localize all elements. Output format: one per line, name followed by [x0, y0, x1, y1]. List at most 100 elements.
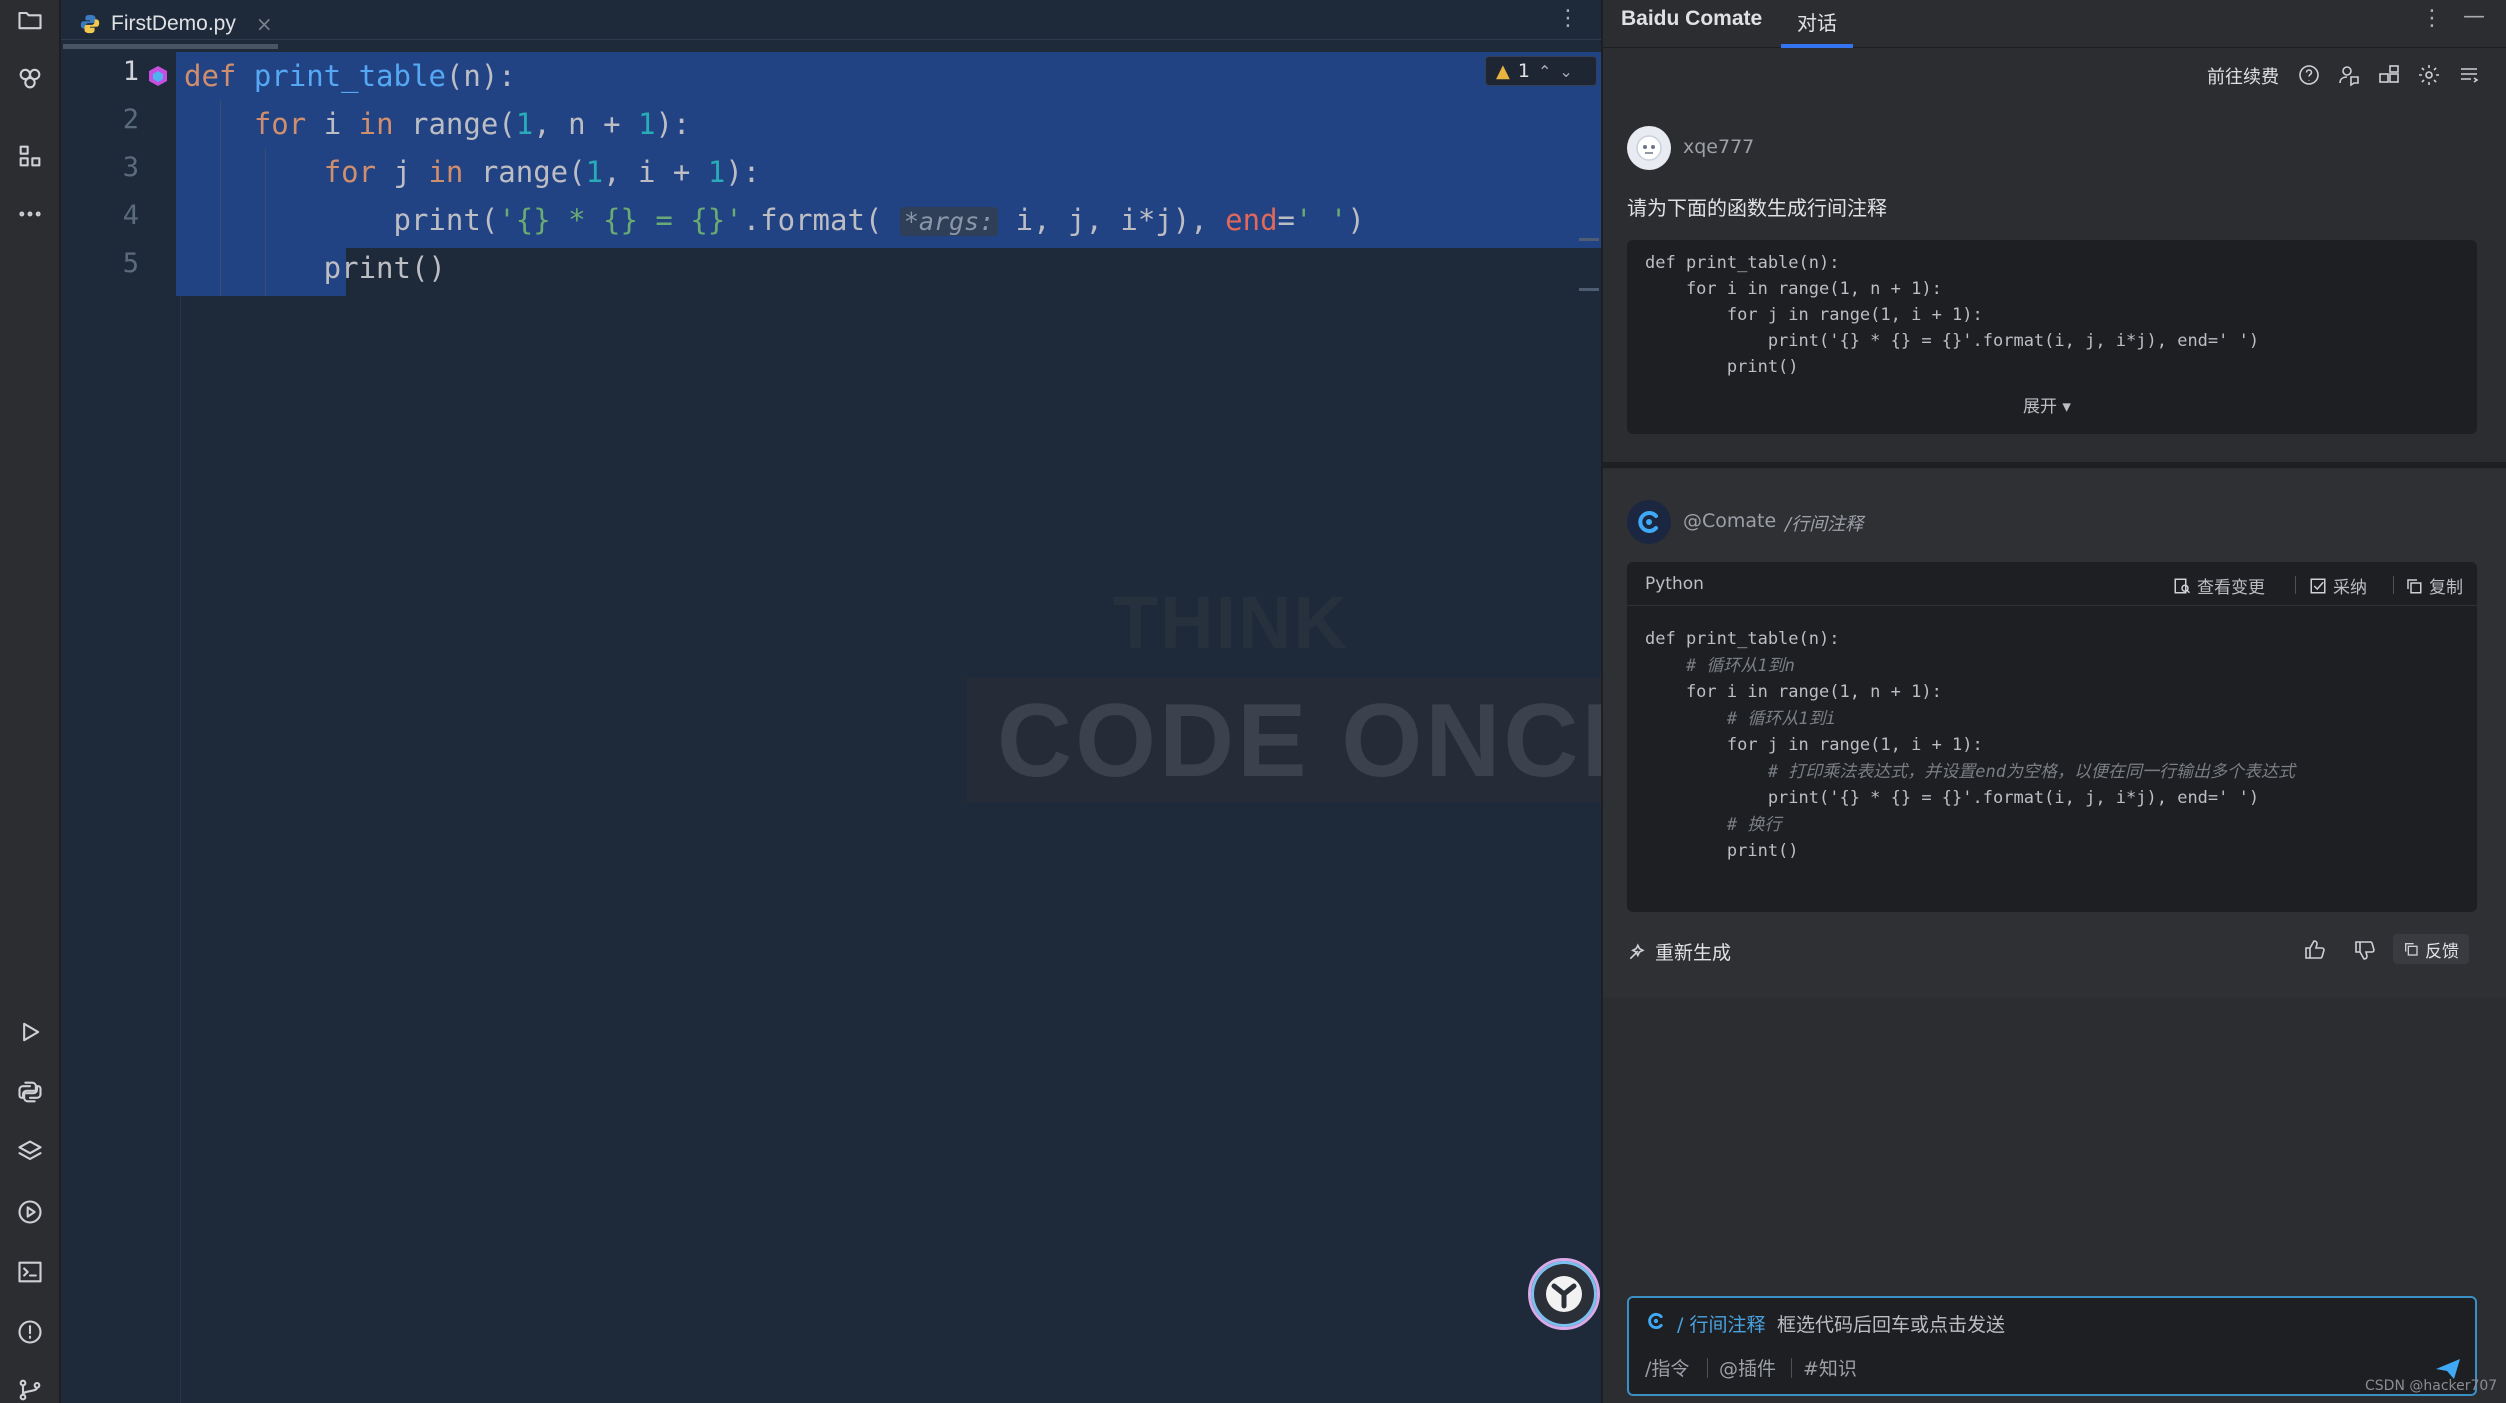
structure-icon[interactable]	[14, 140, 46, 172]
python-console-icon[interactable]	[14, 1076, 46, 1108]
code-token: print_table	[253, 59, 446, 93]
scrollbar-marker	[1579, 288, 1599, 291]
code-token: 1	[638, 107, 656, 141]
regenerate-icon	[1629, 942, 1645, 959]
code-token: =	[1277, 203, 1296, 237]
line-number: 4	[122, 200, 139, 231]
more-tools-icon[interactable]	[14, 198, 46, 230]
input-command-tag[interactable]: / 行间注释	[1677, 1310, 1765, 1337]
chip-plugin[interactable]: @插件	[1719, 1354, 1776, 1381]
regenerate-label: 重新生成	[1655, 942, 1732, 964]
code-token: end	[1225, 203, 1278, 237]
user-feedback-icon[interactable]	[2337, 63, 2361, 87]
feedback-icon	[2405, 943, 2418, 956]
next-highlight-icon[interactable]: ⌄	[1559, 62, 1572, 81]
chat-input[interactable]: / 行间注释 框选代码后回车或点击发送 /指令 @插件 #知识	[1627, 1296, 2477, 1396]
services-icon[interactable]	[14, 1196, 46, 1228]
project-folder-icon[interactable]	[14, 4, 46, 36]
code-token: j	[393, 155, 429, 189]
close-tab-icon[interactable]: ×	[256, 12, 273, 36]
copy-label: 复制	[2429, 578, 2463, 598]
code-line[interactable]: for i in range(1, n + 1):	[184, 100, 691, 148]
view-changes-button[interactable]: 查看变更	[2173, 573, 2265, 598]
code-token: (n):	[445, 59, 516, 93]
chip-knowledge[interactable]: #知识	[1803, 1354, 1857, 1381]
code-comment-line: # 换行	[1645, 814, 1782, 835]
implements-gutter-icon[interactable]	[147, 65, 169, 87]
code-token: for	[323, 155, 394, 189]
scrollbar-marker	[1579, 238, 1599, 241]
code-token: print(	[184, 203, 499, 237]
previous-highlight-icon[interactable]: ⌃	[1538, 62, 1551, 81]
regenerate-button[interactable]: 重新生成	[1627, 938, 1731, 965]
code-token: i	[323, 107, 359, 141]
code-token: ):	[725, 155, 761, 189]
tool-window-strip	[0, 0, 60, 1403]
copy-button[interactable]: 复制	[2405, 573, 2463, 598]
code-line[interactable]: for j in range(1, i + 1):	[184, 148, 761, 196]
code-block-header: Python 查看变更 采纳 复制	[1627, 562, 2477, 606]
expand-button[interactable]: 展开 ▾	[2023, 392, 2071, 417]
chip-separator	[1707, 1358, 1708, 1378]
thumbs-down-icon[interactable]	[2353, 938, 2377, 962]
help-icon[interactable]	[2297, 63, 2321, 87]
code-language-label: Python	[1645, 574, 1704, 594]
thumbs-up-icon[interactable]	[2303, 938, 2327, 962]
code-token: in	[358, 107, 411, 141]
warning-icon: ▲	[1496, 60, 1510, 82]
avatar-face-icon	[1636, 135, 1662, 161]
chip-command[interactable]: /指令	[1645, 1354, 1689, 1381]
adopt-button[interactable]: 采纳	[2309, 573, 2367, 598]
run-icon[interactable]	[14, 1016, 46, 1048]
code-token: 1	[515, 107, 534, 141]
code-line[interactable]: def print_table(n):	[184, 52, 516, 100]
file-tab[interactable]: FirstDemo.py ×	[73, 0, 279, 48]
parameter-hint: *args:	[899, 207, 999, 236]
panel-header: Baidu Comate 对话 ⋮ —	[1603, 0, 2506, 48]
code-line: print('{} * {} = {}'.format(i, j, i*j), …	[1645, 331, 2260, 351]
view-changes-icon	[2174, 578, 2191, 593]
line-number: 5	[122, 248, 139, 279]
history-list-icon[interactable]	[2457, 63, 2481, 87]
code-editor[interactable]: FirstDemo.py × ⋮ 1 2 3 4 5 def print_tab…	[61, 0, 1601, 1403]
renew-link[interactable]: 前往续费	[2207, 63, 2279, 89]
python-file-icon	[80, 14, 100, 34]
inspection-widget[interactable]: ▲ 1 ⌃ ⌄	[1485, 56, 1597, 86]
code-token: in	[428, 155, 481, 189]
send-icon[interactable]	[2435, 1358, 2461, 1380]
code-line[interactable]: print('{} * {} = {}'.format( *args: i, j…	[184, 196, 1365, 244]
copy-icon	[2407, 578, 2422, 593]
comate-floating-logo[interactable]	[1528, 1258, 1600, 1330]
code-token: ):	[655, 107, 691, 141]
comate-plugin-icon[interactable]	[14, 62, 46, 94]
code-token: range(	[411, 107, 516, 141]
code-line: print()	[1645, 357, 1799, 377]
feedback-button[interactable]: 反馈	[2393, 934, 2469, 964]
comate-c-icon	[1638, 511, 1658, 533]
python-packages-icon[interactable]	[14, 1136, 46, 1168]
code-line: print('{} * {} = {}'.format(i, j, i*j), …	[1645, 788, 2260, 808]
panel-more-icon[interactable]: ⋮	[2421, 6, 2443, 31]
bot-code-block: Python 查看变更 采纳 复制 def print_table(n): # …	[1627, 562, 2477, 912]
editor-more-icon[interactable]: ⋮	[1557, 8, 1579, 30]
git-icon[interactable]	[14, 1374, 46, 1403]
code-comment-line: # 循环从1到n	[1645, 655, 1795, 676]
tab-chat[interactable]: 对话	[1797, 7, 1837, 36]
settings-gear-icon[interactable]	[2417, 63, 2441, 87]
problems-icon[interactable]	[14, 1316, 46, 1348]
panel-minimize-icon[interactable]: —	[2463, 4, 2485, 29]
code-line: for i in range(1, n + 1):	[1645, 279, 1942, 299]
code-line[interactable]: print()	[184, 244, 446, 292]
plugins-icon[interactable]	[2377, 63, 2401, 87]
terminal-icon[interactable]	[14, 1256, 46, 1288]
line-number: 2	[122, 104, 139, 135]
code-token: '{} * {} = {}'	[498, 203, 743, 237]
code-line: def print_table(n):	[1645, 253, 1840, 273]
bot-name: @Comate	[1683, 510, 1777, 532]
bot-command: /行间注释	[1785, 514, 1864, 535]
code-comment-line: # 循环从1到i	[1645, 708, 1836, 729]
code-token: .format(	[742, 203, 900, 237]
active-tab-indicator	[1781, 44, 1853, 48]
code-token: )	[1347, 203, 1365, 237]
